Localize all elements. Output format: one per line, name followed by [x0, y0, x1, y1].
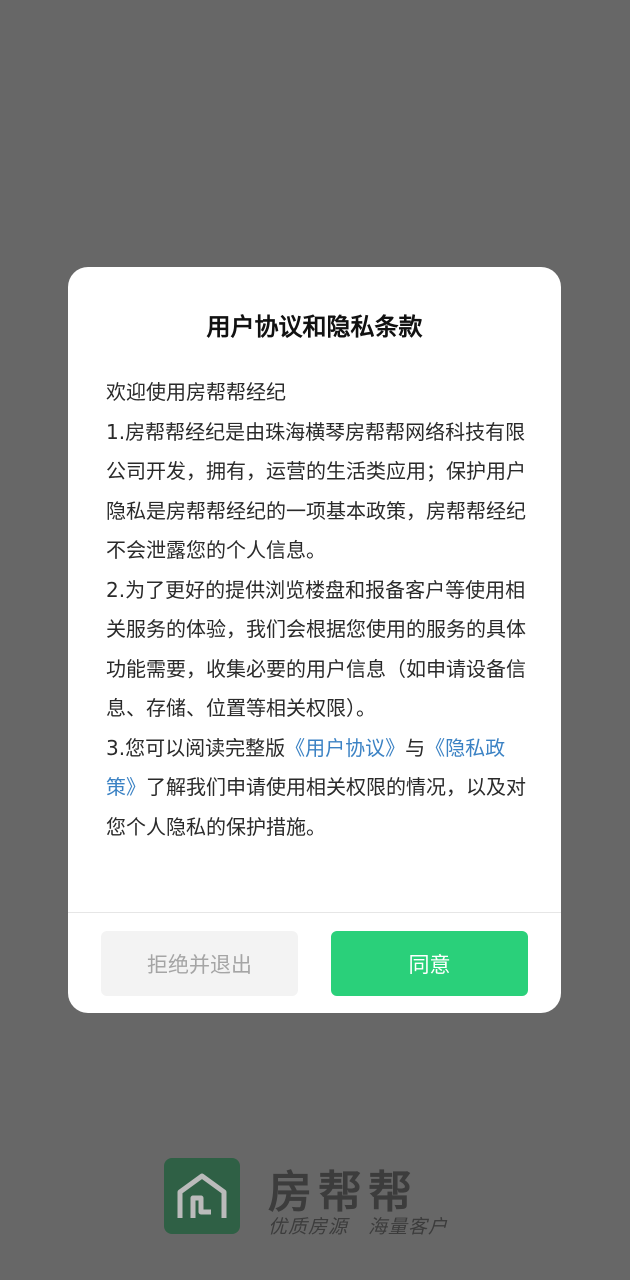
- item-3-text: 3.您可以阅读完整版《用户协议》与《隐私政策》了解我们申请使用相关权限的情况，以…: [106, 729, 526, 848]
- user-agreement-link[interactable]: 《用户协议》: [285, 736, 405, 760]
- brand-footer: 房帮帮 优质房源 海量客户: [164, 1158, 464, 1238]
- dialog-title: 用户协议和隐私条款: [206, 313, 423, 341]
- greeting-text: 欢迎使用房帮帮经纪: [106, 380, 286, 404]
- privacy-dialog: 用户协议和隐私条款 欢迎使用房帮帮经纪 1.房帮帮经纪是由珠海横琴房帮帮网络科技…: [68, 267, 561, 1013]
- dialog-body: 欢迎使用房帮帮经纪 1.房帮帮经纪是由珠海横琴房帮帮网络科技有限公司开发，拥有，…: [106, 373, 526, 847]
- item-3-suffix: 了解我们申请使用相关权限的情况，以及对您个人隐私的保护措施。: [106, 775, 526, 839]
- brand-slogan: 优质房源 海量客户: [268, 1216, 449, 1238]
- house-logo-icon: [164, 1158, 240, 1234]
- item-2-text: 2.为了更好的提供浏览楼盘和报备客户等使用相关服务的体验，我们会根据您使用的服务…: [106, 577, 526, 721]
- divider: [68, 912, 561, 913]
- item-1-text: 1.房帮帮经纪是由珠海横琴房帮帮网络科技有限公司开发，拥有，运营的生活类应用；保…: [106, 419, 526, 563]
- agree-button[interactable]: 同意: [331, 931, 528, 996]
- reject-exit-button[interactable]: 拒绝并退出: [101, 931, 298, 996]
- item-3-prefix: 3.您可以阅读完整版: [106, 735, 286, 760]
- brand-name: 房帮帮: [268, 1167, 418, 1218]
- item-3-and: 与: [405, 735, 426, 760]
- screen: 用户协议和隐私条款 欢迎使用房帮帮经纪 1.房帮帮经纪是由珠海横琴房帮帮网络科技…: [0, 0, 630, 1280]
